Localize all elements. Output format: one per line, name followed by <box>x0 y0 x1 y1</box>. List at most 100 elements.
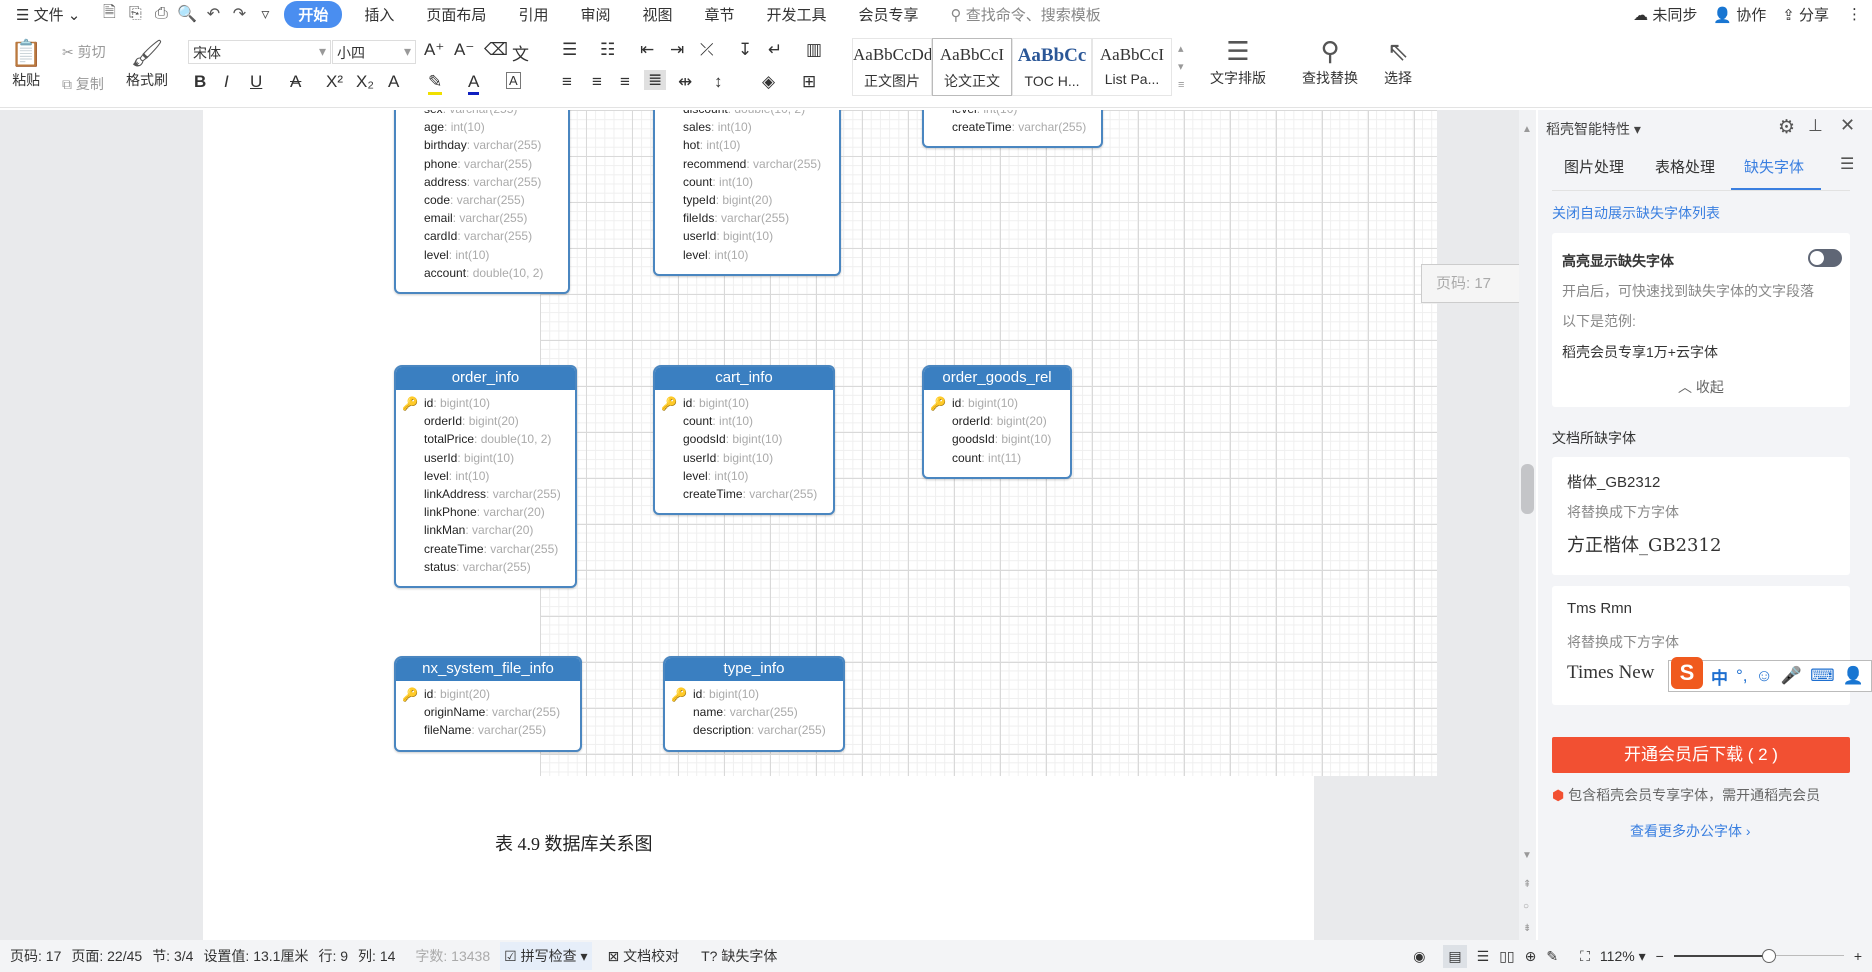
zoom-slider[interactable] <box>1673 949 1844 963</box>
command-search[interactable]: ⚲ 查找命令、搜索模板 <box>935 4 1117 25</box>
shading-icon[interactable]: ◈ <box>762 72 775 92</box>
borders-icon[interactable]: ⊞ <box>802 72 816 92</box>
sort-icon[interactable]: ↧ <box>738 40 752 60</box>
chinese-layout-icon[interactable]: ⤫ <box>700 40 714 60</box>
page-view-icon[interactable]: ▤ <box>1443 944 1467 968</box>
zoom-out-icon[interactable]: − <box>1656 948 1664 964</box>
close-icon[interactable]: ✕ <box>1840 115 1855 136</box>
read-view-icon[interactable]: ▯▯ <box>1499 948 1514 965</box>
more-fonts-link[interactable]: 查看更多办公字体 › <box>1630 821 1751 841</box>
proofread-button[interactable]: ⊠ 文档校对 <box>608 946 680 966</box>
scrollbar-thumb[interactable] <box>1521 464 1534 514</box>
collab-button[interactable]: 👤 协作 <box>1705 4 1774 25</box>
paste-button[interactable]: 📋 粘贴 <box>10 36 42 90</box>
style-thesis-body[interactable]: AaBbCcI 论文正文 <box>932 38 1012 96</box>
print-icon[interactable]: ⎙ <box>148 5 174 23</box>
tab-insert[interactable]: 插入 <box>348 4 410 25</box>
tab-table-processing[interactable]: 表格处理 <box>1655 156 1715 177</box>
microphone-icon[interactable]: 🎤 <box>1781 666 1802 686</box>
style-normal-image[interactable]: AaBbCcDd 正文图片 <box>852 38 932 96</box>
page-nav-icon[interactable]: ⇞ ○ ⇟ <box>1523 874 1531 940</box>
scroll-down-icon[interactable]: ▼ <box>1522 850 1532 861</box>
spell-check-button[interactable]: ☑ 拼写检查 ▾ <box>500 942 592 970</box>
text-effect-icon[interactable]: A <box>388 72 399 92</box>
scroll-up-icon[interactable]: ▲ <box>1522 124 1532 135</box>
justify-icon[interactable]: ≣ <box>644 70 667 90</box>
style-toc-heading[interactable]: AaBbCc TOC H... <box>1012 38 1092 96</box>
tab-missing-fonts[interactable]: 缺失字体 <box>1744 156 1804 177</box>
show-marks-icon[interactable]: ↵ <box>768 40 782 60</box>
skin-icon[interactable]: 👤 <box>1843 666 1864 686</box>
copy-button[interactable]: ⧉ 复制 <box>62 74 104 94</box>
bold-icon[interactable]: B <box>194 72 206 92</box>
superscript-icon[interactable]: X² <box>326 72 343 92</box>
fit-page-icon[interactable]: ⛶ <box>1580 948 1590 965</box>
align-left-icon[interactable]: ≡ <box>562 72 572 92</box>
subscript-icon[interactable]: X₂ <box>356 72 374 92</box>
export-pdf-icon[interactable]: ⎘ <box>122 5 148 23</box>
keyboard-icon[interactable]: ⌨ <box>1810 666 1835 686</box>
tab-view[interactable]: 视图 <box>626 4 688 25</box>
tab-page-layout[interactable]: 页面布局 <box>410 4 502 25</box>
status-words[interactable]: 字数: 13438 <box>415 946 490 966</box>
redo-icon[interactable]: ↷ <box>226 4 252 24</box>
highlight-toggle[interactable] <box>1808 249 1842 267</box>
more-icon[interactable]: ⋮ <box>1837 5 1872 23</box>
sync-button[interactable]: ☁ 未同步 <box>1625 4 1705 25</box>
strikethrough-icon[interactable]: A <box>290 72 301 92</box>
print-preview-icon[interactable]: 🔍 <box>174 4 200 24</box>
tab-section[interactable]: 章节 <box>688 4 750 25</box>
customize-icon[interactable]: ▿ <box>252 4 278 24</box>
decrease-indent-icon[interactable]: ⇤ <box>640 40 654 60</box>
tab-developer[interactable]: 开发工具 <box>751 4 843 25</box>
shrink-font-icon[interactable]: A⁻ <box>454 40 474 60</box>
undo-icon[interactable]: ↶ <box>200 4 226 24</box>
tab-image-processing[interactable]: 图片处理 <box>1564 156 1624 177</box>
tabs-menu-icon[interactable]: ☰ <box>1840 154 1854 174</box>
format-painter-button[interactable]: 🖌 格式刷 <box>126 36 168 90</box>
distribute-icon[interactable]: ⇹ <box>678 72 692 92</box>
underline-icon[interactable]: U <box>250 72 262 92</box>
align-center-icon[interactable]: ≡ <box>592 72 602 92</box>
zoom-in-icon[interactable]: + <box>1854 948 1862 964</box>
close-auto-show-link[interactable]: 关闭自动展示缺失字体列表 <box>1552 203 1720 223</box>
text-layout-button[interactable]: ☰ 文字排版 <box>1210 34 1266 88</box>
font-color-icon[interactable]: A <box>468 72 480 95</box>
select-button[interactable]: ⇖ 选择 <box>1384 34 1412 88</box>
collapse-button[interactable]: ︿ 收起 <box>1678 377 1724 397</box>
outline-view-icon[interactable]: ☰ <box>1477 948 1490 965</box>
numbering-icon[interactable]: ☷ <box>600 40 615 60</box>
grow-font-icon[interactable]: A⁺ <box>424 40 444 60</box>
settings-gear-icon[interactable]: ⚙ <box>1778 116 1795 139</box>
char-border-icon[interactable]: A <box>506 72 521 89</box>
share-button[interactable]: ⇪ 分享 <box>1774 4 1837 25</box>
tab-review[interactable]: 审阅 <box>564 4 626 25</box>
line-spacing-icon[interactable]: ↕ <box>714 72 723 92</box>
eye-protect-icon[interactable]: ◉ <box>1413 948 1425 965</box>
font-family-select[interactable]: 宋体 ▾ <box>188 40 331 64</box>
panel-title-dropdown[interactable]: 稻壳智能特性 ▾ <box>1546 119 1641 139</box>
italic-icon[interactable]: I <box>224 72 229 92</box>
save-icon[interactable]: 🗎 <box>96 1 122 28</box>
increase-indent-icon[interactable]: ⇥ <box>670 40 684 60</box>
phonetic-icon[interactable]: 文 <box>512 40 529 65</box>
web-view-icon[interactable]: ⊕ <box>1525 948 1537 965</box>
emoji-icon[interactable]: ☺ <box>1756 666 1773 686</box>
tab-home[interactable]: 开始 <box>284 0 343 28</box>
ruler-icon[interactable]: ▥ <box>806 40 822 60</box>
ime-punct[interactable]: °, <box>1736 666 1748 686</box>
vertical-scrollbar[interactable]: ▲ ▼ ⇞ ○ ⇟ <box>1519 110 1536 940</box>
style-list-paragraph[interactable]: AaBbCcI List Pa... <box>1092 38 1172 96</box>
sogou-logo-icon[interactable]: S <box>1671 657 1703 689</box>
clear-format-icon[interactable]: ⌫ <box>484 40 508 60</box>
pin-icon[interactable]: ⊥ <box>1808 116 1823 136</box>
highlight-icon[interactable]: ✎ <box>428 72 443 95</box>
styles-scroll-icon[interactable]: ▴ ▾ ≡ <box>1178 40 1184 94</box>
write-view-icon[interactable]: ✎ <box>1546 948 1558 965</box>
font-size-select[interactable]: 小四 ▾ <box>332 40 416 64</box>
zoom-level[interactable]: 112% ▾ <box>1600 948 1646 965</box>
file-menu[interactable]: ☰ 文件 ⌄ <box>0 4 96 25</box>
missing-font-button[interactable]: T? 缺失字体 <box>701 946 777 966</box>
zoom-knob[interactable] <box>1762 949 1776 963</box>
bullets-icon[interactable]: ☰ <box>562 40 577 60</box>
